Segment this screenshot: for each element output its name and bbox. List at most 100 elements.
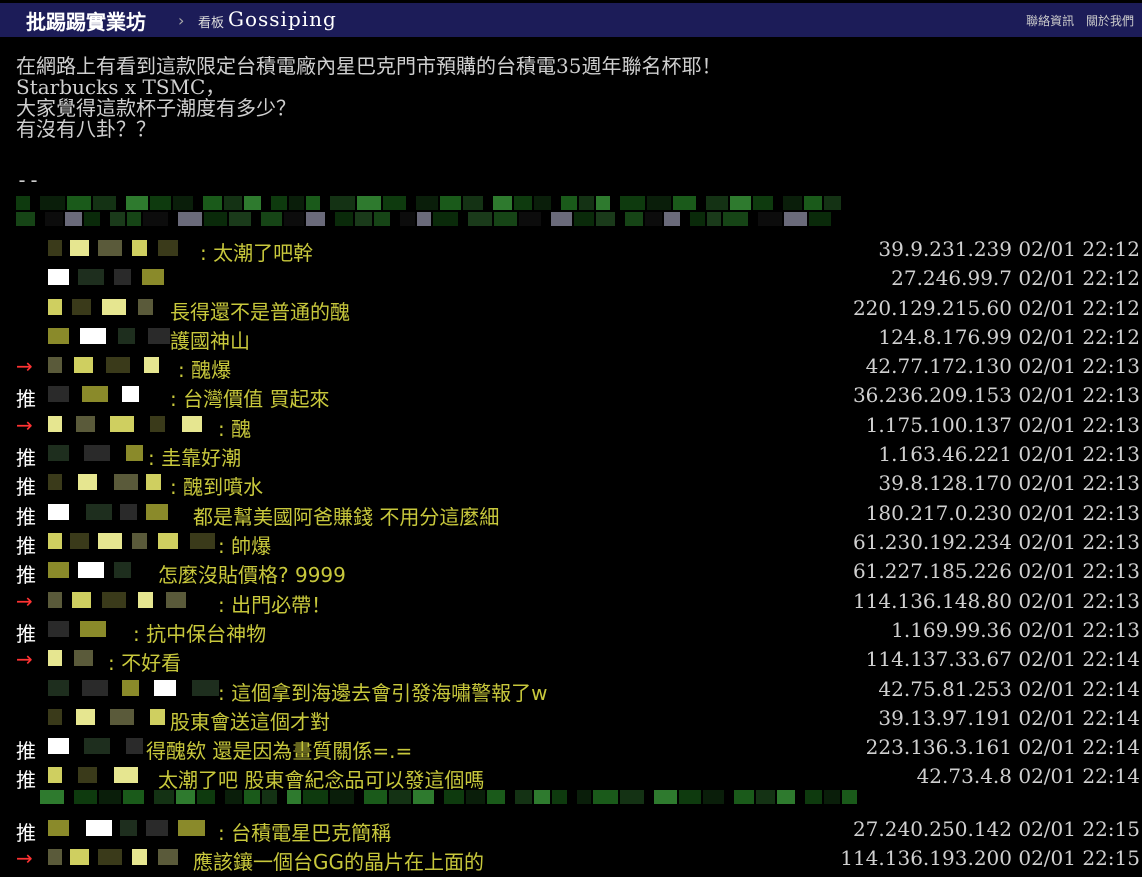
mosaic-block (730, 196, 751, 210)
mosaic-block (519, 212, 541, 226)
pixelated-userid-block (122, 386, 139, 402)
contact-link[interactable]: 聯絡資訊 (1026, 14, 1074, 28)
navbar-background (0, 3, 1142, 37)
pixelated-userid-block (98, 849, 122, 865)
pixelated-userid-block (48, 416, 62, 432)
mosaic-block (127, 212, 141, 226)
push-time: 02/01 22:13 (1018, 589, 1140, 613)
push-tag: 推 (16, 446, 36, 470)
push-content: : 醜到噴水 (170, 475, 264, 499)
push-content: 應該鑲一個台GG的晶片在上面的 (193, 850, 484, 874)
mosaic-block (707, 212, 721, 226)
mosaic-block (244, 196, 261, 210)
pixelated-userid-block (158, 849, 178, 865)
mosaic-block (487, 790, 505, 804)
mosaic-block (515, 790, 532, 804)
mosaic-block (620, 196, 645, 210)
signature-separator: -- (16, 168, 41, 192)
site-logo-link[interactable]: 批踢踢實業坊 (26, 6, 146, 35)
mosaic-block (224, 196, 242, 210)
push-tag: → (16, 413, 33, 437)
mosaic-block (753, 196, 773, 210)
push-ipdatetime: 39.9.231.239 02/01 22:12 (878, 237, 1140, 261)
push-content: : 醜 (218, 417, 252, 441)
pixelated-userid-block (48, 650, 62, 666)
mosaic-block (271, 196, 287, 210)
mosaic-block (534, 790, 550, 804)
push-ip: 114.136.193.200 (840, 846, 1012, 870)
mosaic-block (561, 196, 577, 210)
push-time: 02/01 22:13 (1018, 471, 1140, 495)
pixelated-userid-block (120, 504, 137, 520)
pixelated-userid-block (132, 533, 147, 549)
about-link[interactable]: 關於我們 (1086, 14, 1134, 28)
pixelated-userid-block (150, 416, 165, 432)
push-content: : 不好看 (108, 651, 182, 675)
push-ipdatetime: 27.240.250.142 02/01 22:15 (853, 817, 1140, 841)
mosaic-block (150, 196, 171, 210)
pixelated-userid-block (48, 386, 69, 402)
pixelated-userid-block (74, 357, 93, 373)
pixelated-userid-block (146, 504, 168, 520)
header-links: 聯絡資訊 關於我們 (1018, 12, 1134, 29)
mosaic-block (261, 212, 282, 226)
pixelated-userid-block (110, 709, 134, 725)
pixelated-userid-block (48, 621, 69, 637)
push-ipdatetime: 42.77.172.130 02/01 22:13 (866, 354, 1140, 378)
push-row: →: 不好看 114.137.33.67 02/01 22:14 (0, 645, 1142, 675)
pixelated-userid-block (82, 386, 108, 402)
article-body: 在網路上有看到這款限定台積電廠內星巴克門市預購的台積電35週年聯名杯耶！ Star… (16, 56, 721, 140)
pixelated-userid-block (114, 474, 138, 490)
push-time: 02/01 22:13 (1018, 413, 1140, 437)
pixelated-userid-block (126, 445, 143, 461)
pixelated-userid-block (76, 416, 95, 432)
push-row: 護國神山 124.8.176.99 02/01 22:12 (0, 323, 1142, 353)
mosaic-block (784, 212, 807, 226)
push-content: 長得還不是普通的醜 (170, 300, 350, 324)
push-tag: 推 (16, 563, 36, 587)
push-tag: → (16, 354, 33, 378)
push-ip: 1.175.100.137 (865, 413, 1012, 437)
push-ipdatetime: 180.217.0.230 02/01 22:13 (866, 501, 1140, 525)
push-ipdatetime: 61.227.185.226 02/01 22:13 (853, 559, 1140, 583)
mosaic-block (804, 196, 822, 210)
board-name-link[interactable]: Gossiping (228, 7, 337, 31)
mosaic-block (84, 212, 100, 226)
push-ip: 1.163.46.221 (878, 442, 1012, 466)
mosaic-block (734, 790, 754, 804)
mosaic-block (74, 790, 97, 804)
push-ipdatetime: 223.136.3.161 02/01 22:14 (866, 735, 1140, 759)
pixelated-userid-block (78, 767, 97, 783)
mosaic-block (494, 212, 517, 226)
push-ip: 180.217.0.230 (865, 501, 1012, 525)
push-time: 02/01 22:14 (1018, 706, 1140, 730)
push-content: : 出門必帶！ (218, 593, 332, 617)
mosaic-block (593, 790, 618, 804)
board-label: 看板 (198, 16, 225, 31)
mosaic-block (514, 196, 532, 210)
push-time: 02/01 22:13 (1018, 559, 1140, 583)
pixelated-userid-block (102, 299, 126, 315)
pixelated-userid-block (166, 592, 186, 608)
push-row: : 這個拿到海邊去會引發海嘯警報了w 42.75.81.253 02/01 22:… (0, 675, 1142, 705)
pixelated-userid-block (72, 299, 91, 315)
pixelated-userid-block (110, 416, 134, 432)
push-time: 02/01 22:15 (1018, 817, 1140, 841)
push-tag: 推 (16, 505, 36, 529)
push-row: 推: 帥爆 61.230.192.234 02/01 22:13 (0, 528, 1142, 558)
mosaic-block (703, 790, 724, 804)
push-content: : 台積電星巴克簡稱 (218, 821, 392, 845)
pixelated-userid-block (48, 820, 69, 836)
mosaic-block (468, 212, 492, 226)
mosaic-block (493, 196, 512, 210)
push-time: 02/01 22:14 (1018, 764, 1140, 788)
pixelated-userid-block (132, 849, 147, 865)
push-ip: 61.227.185.226 (852, 559, 1012, 583)
push-row: 長得還不是普通的醜 220.129.215.60 02/01 22:12 (0, 294, 1142, 324)
pixelated-userid-block (86, 504, 112, 520)
push-content: 都是幫美國阿爸賺錢 不用分這麼細 (193, 505, 500, 529)
mosaic-block (355, 212, 372, 226)
push-ip: 42.77.172.130 (865, 354, 1012, 378)
push-ipdatetime: 42.75.81.253 02/01 22:14 (878, 677, 1140, 701)
pixelated-userid-block (78, 562, 104, 578)
